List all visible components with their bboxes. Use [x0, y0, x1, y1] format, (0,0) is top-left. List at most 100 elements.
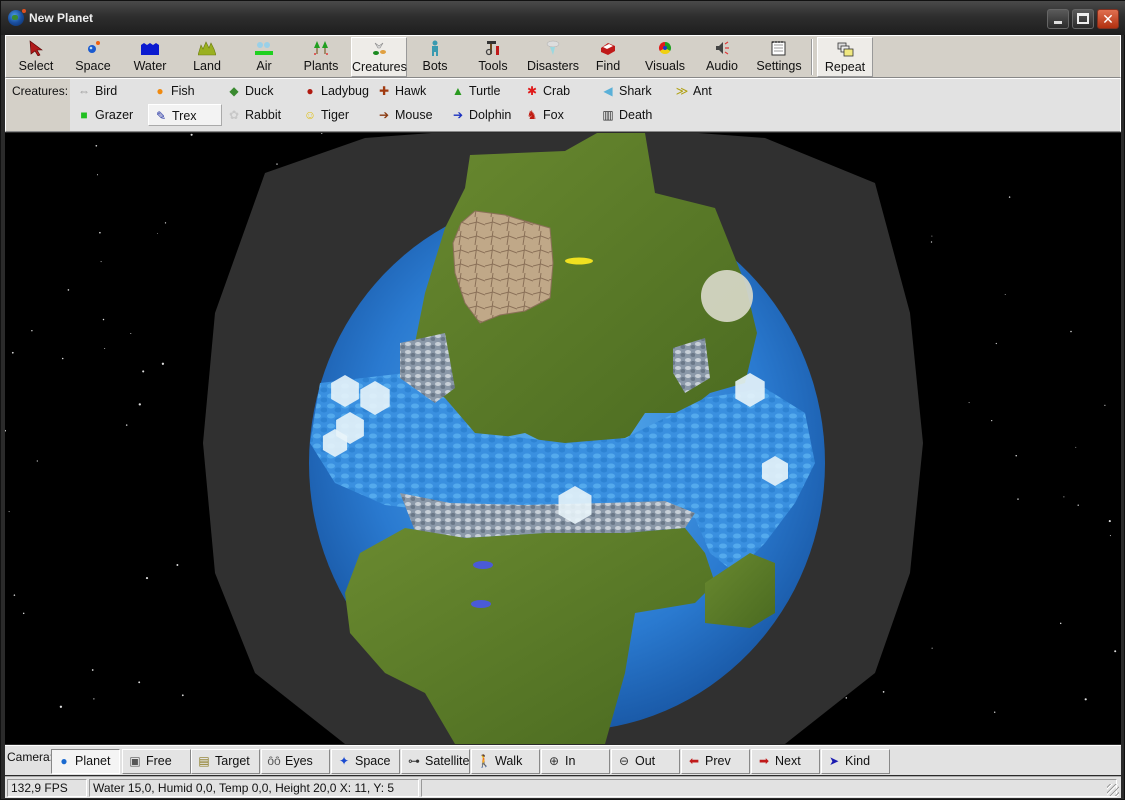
- ladybug-icon: ●: [306, 84, 314, 98]
- camera-free-button[interactable]: ▣ Free: [122, 749, 191, 774]
- camera-out-button[interactable]: ⊖ Out: [611, 749, 680, 774]
- toolbar-select-button[interactable]: Select: [8, 37, 64, 77]
- creature-hawk-button[interactable]: ✚ Hawk: [372, 80, 446, 102]
- settings-notepad-icon: [771, 41, 786, 56]
- toolbar-label: Visuals: [644, 59, 686, 73]
- camera-target-button[interactable]: ▤ Target: [191, 749, 260, 774]
- toolbar-creatures-button[interactable]: Creatures: [351, 37, 407, 77]
- creature-crab-button[interactable]: ✱ Crab: [520, 80, 594, 102]
- creature-trex-button[interactable]: ✎ Trex: [148, 104, 222, 126]
- star: [164, 222, 167, 224]
- maximize-icon: [1077, 13, 1089, 24]
- toolbar-label: Space: [75, 59, 111, 73]
- toolbar-label: Water: [133, 59, 167, 73]
- toolbar-repeat-button[interactable]: Repeat: [817, 37, 873, 77]
- star: [1063, 496, 1065, 498]
- toolbar-label: Tools: [478, 59, 508, 73]
- star: [91, 669, 94, 671]
- minimize-button[interactable]: [1047, 9, 1069, 29]
- walk-icon: 🚶: [476, 754, 492, 768]
- camera-space-button[interactable]: ✦ Space: [331, 749, 400, 774]
- camera-prev-button[interactable]: ⬅ Prev: [681, 749, 750, 774]
- star: [1015, 454, 1017, 457]
- ant-icon: ≫: [675, 84, 689, 98]
- star: [176, 564, 179, 566]
- creature-turtle-button[interactable]: ▲ Turtle: [446, 80, 520, 102]
- creature-palette: Creatures: ⇔ Bird ● Fish ◆ Duck ● Ladybug ✚ Hawk ▲…: [5, 78, 1121, 132]
- creature-label: Rabbit: [245, 108, 282, 122]
- toolbar-label: Repeat: [824, 60, 866, 74]
- close-button[interactable]: ✕: [1097, 9, 1119, 29]
- creature-bird-button[interactable]: ⇔ Bird: [72, 80, 146, 102]
- toolbar-space-button[interactable]: Space: [65, 37, 121, 77]
- creature-ant-button[interactable]: ≫ Ant: [670, 80, 744, 102]
- creature-label: Fox: [543, 108, 564, 122]
- star: [22, 612, 25, 615]
- camera-next-button[interactable]: ➡ Next: [751, 749, 820, 774]
- grazer-icon: ■: [80, 108, 88, 122]
- toolbar-visuals-button[interactable]: Visuals: [637, 37, 693, 77]
- camera-walk-button[interactable]: 🚶 Walk: [471, 749, 540, 774]
- camera-label: In: [565, 754, 576, 768]
- camera-planet-button[interactable]: ● Planet: [51, 749, 120, 774]
- hawk-icon: ✚: [378, 84, 390, 98]
- creature-duck-button[interactable]: ◆ Duck: [222, 80, 296, 102]
- creature-fish-button[interactable]: ● Fish: [148, 80, 222, 102]
- toolbar-label: Find: [595, 59, 621, 73]
- creature-label: Turtle: [469, 84, 501, 98]
- creature-dolphin-button[interactable]: ➔ Dolphin: [446, 104, 520, 126]
- camera-in-button[interactable]: ⊕ In: [541, 749, 610, 774]
- creature-rabbit-button[interactable]: ✿ Rabbit: [222, 104, 296, 126]
- creature-death-button[interactable]: ▥ Death: [596, 104, 670, 126]
- space-icon: [88, 41, 100, 53]
- creature-fox-button[interactable]: ♞ Fox: [520, 104, 594, 126]
- creature-grazer-button[interactable]: ■ Grazer: [72, 104, 146, 126]
- camera-label: Eyes: [285, 754, 313, 768]
- toolbar-label: Audio: [706, 59, 738, 73]
- kind-arrow-icon: ➤: [828, 754, 840, 768]
- close-icon: ✕: [1102, 11, 1114, 27]
- camera-kind-button[interactable]: ➤ Kind: [821, 749, 890, 774]
- creature-mouse-button[interactable]: ➔ Mouse: [372, 104, 446, 126]
- shark-icon: ◀: [603, 84, 613, 98]
- eyes-icon: ȏȏ: [267, 754, 281, 768]
- star: [1059, 622, 1062, 625]
- creature-label: Duck: [245, 84, 274, 98]
- creature-shark-button[interactable]: ◀ Shark: [596, 80, 670, 102]
- star: [968, 402, 970, 404]
- speaker-icon: [716, 41, 729, 55]
- toolbar-air-button[interactable]: Air: [236, 37, 292, 77]
- toolbar-find-button[interactable]: Find: [580, 37, 636, 77]
- toolbar-bots-button[interactable]: Bots: [407, 37, 463, 77]
- camera-bar: Camera: ● Planet ▣ Free ▤ Target ȏȏ Eyes ✦ Space ⊶…: [5, 745, 1121, 775]
- star: [931, 235, 933, 237]
- toolbar-label: Disasters: [526, 59, 580, 73]
- creature-blue-1: [473, 561, 493, 569]
- toolbar-tools-button[interactable]: Tools: [465, 37, 521, 77]
- camera-eyes-button[interactable]: ȏȏ Eyes: [261, 749, 330, 774]
- toolbar-plants-button[interactable]: Plants: [293, 37, 349, 77]
- toolbar-land-button[interactable]: Land: [179, 37, 235, 77]
- maximize-button[interactable]: [1072, 9, 1094, 29]
- satellite-icon: ⊶: [408, 754, 420, 768]
- star: [130, 333, 132, 334]
- camera-label: Walk: [495, 754, 523, 768]
- planet-3d-viewport[interactable]: [5, 133, 1121, 744]
- creature-label: Shark: [619, 84, 652, 98]
- arrow-right-icon: ➡: [758, 754, 770, 768]
- toolbar-settings-button[interactable]: Settings: [751, 37, 807, 77]
- bot-icon: [432, 40, 438, 56]
- toolbar-audio-button[interactable]: Audio: [694, 37, 750, 77]
- camera-satellite-button[interactable]: ⊶ Satellite: [401, 749, 470, 774]
- planet-app-icon: [8, 9, 26, 26]
- trex-icon: ✎: [155, 109, 167, 123]
- toolbar-disasters-button[interactable]: Disasters: [523, 37, 583, 77]
- star: [1084, 698, 1087, 701]
- creature-ladybug-button[interactable]: ● Ladybug: [298, 80, 372, 102]
- rabbit-icon: ✿: [228, 108, 240, 122]
- star: [320, 133, 323, 134]
- creature-tiger-button[interactable]: ☺ Tiger: [298, 104, 372, 126]
- resize-grip[interactable]: [1107, 784, 1119, 796]
- star: [181, 694, 184, 697]
- toolbar-water-button[interactable]: Water: [122, 37, 178, 77]
